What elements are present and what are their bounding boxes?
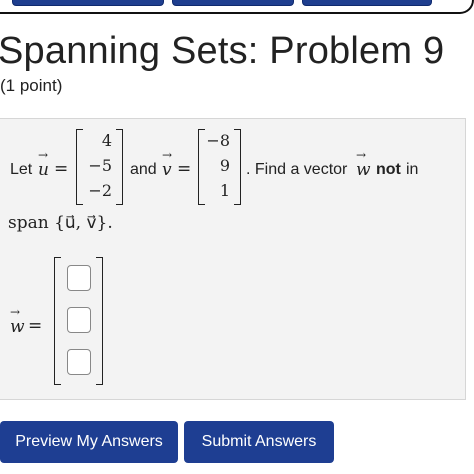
answer-vector <box>54 257 106 385</box>
submit-answers-button[interactable]: Submit Answers <box>184 421 334 463</box>
span-expression: span {u⃗, v⃗}. <box>8 213 113 233</box>
right-bracket <box>116 129 123 205</box>
answer-input-2[interactable] <box>67 307 91 333</box>
not-emphasis: not <box>376 161 401 178</box>
problem-panel: Let → u = 4 −5 −2 and → v = −8 9 1 . Find … <box>0 118 466 400</box>
points-label: (1 point) <box>0 76 63 95</box>
top-frame <box>0 0 474 14</box>
u-vector-matrix: 4 −5 −2 <box>76 129 126 205</box>
and-label: and <box>130 161 157 178</box>
left-bracket <box>76 129 83 205</box>
u-symbol: → u <box>38 148 49 180</box>
u-entry-3: −2 <box>88 181 112 200</box>
answer-input-1[interactable] <box>67 265 91 291</box>
page-title: Spanning Sets: Problem 9 <box>0 30 445 72</box>
w-symbol: → w <box>356 148 371 180</box>
equals-sign: = <box>54 159 69 179</box>
right-bracket <box>234 129 241 205</box>
top-navigation <box>0 0 474 14</box>
u-entry-2: −5 <box>88 156 112 175</box>
u-entry-1: 4 <box>101 131 112 150</box>
equals-sign: = <box>177 159 192 179</box>
in-label: in <box>406 161 419 178</box>
find-text: . Find a vector <box>246 161 348 178</box>
preview-answers-button[interactable]: Preview My Answers <box>0 421 178 463</box>
v-vector-matrix: −8 9 1 <box>198 129 248 205</box>
v-symbol: → v <box>162 148 173 180</box>
w-symbol: → w <box>10 305 25 337</box>
equals-sign: = <box>28 316 43 336</box>
v-entry-1: −8 <box>206 131 230 150</box>
right-bracket <box>96 257 103 385</box>
v-entry-3: 1 <box>219 181 230 200</box>
answer-input-3[interactable] <box>67 349 91 375</box>
v-entry-2: 9 <box>219 156 230 175</box>
left-bracket <box>54 257 61 385</box>
let-label: Let <box>10 161 33 178</box>
